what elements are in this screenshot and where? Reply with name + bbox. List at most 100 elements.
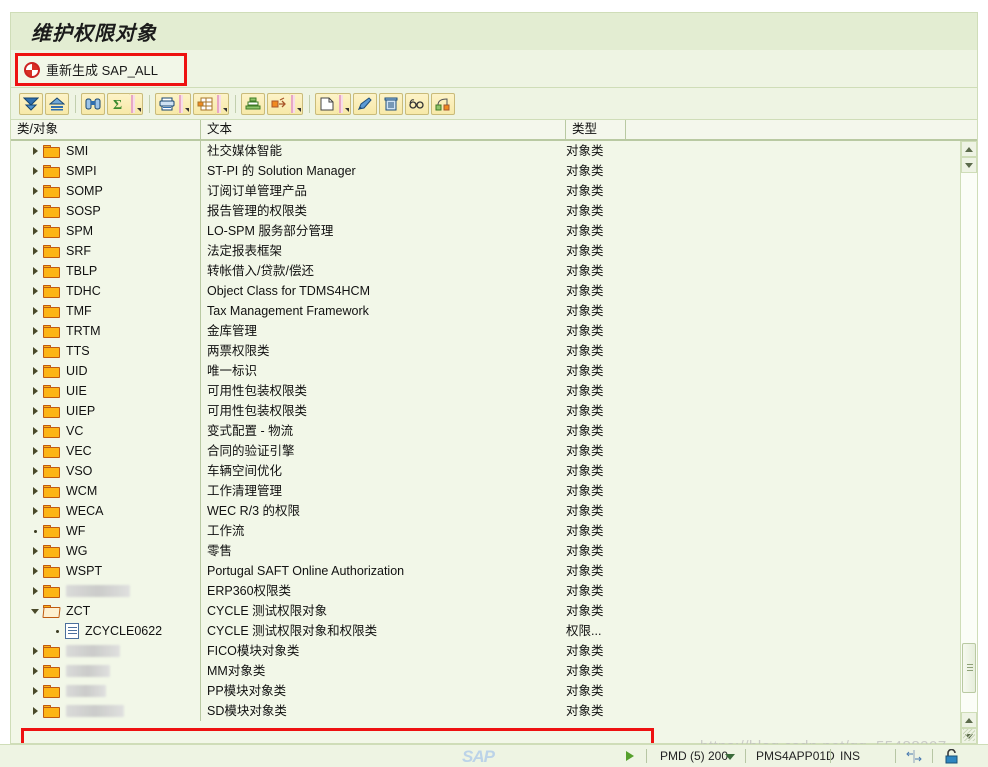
layout-button[interactable]	[193, 92, 217, 115]
class-object-name: SMPI	[66, 164, 97, 178]
table-row[interactable]: WCM 工作清理管理 对象类	[11, 481, 937, 501]
grid-header-row: 类/对象 文本 类型	[11, 120, 977, 141]
export-dropdown[interactable]	[290, 92, 303, 115]
table-row[interactable]: PP模块对象类 对象类	[11, 681, 937, 701]
table-row[interactable]: UIEP 可用性包装权限类 对象类	[11, 401, 937, 421]
find-button[interactable]	[81, 92, 105, 115]
column-header-type[interactable]: 类型	[566, 120, 626, 141]
table-row[interactable]: WF 工作流 对象类	[11, 521, 937, 541]
table-row[interactable]: WG 零售 对象类	[11, 541, 937, 561]
scroll-thumb[interactable]	[962, 643, 976, 693]
print-button[interactable]	[155, 92, 179, 115]
table-row[interactable]: WECA WEC R/3 的权限 对象类	[11, 501, 937, 521]
table-row[interactable]: SPM LO-SPM 服务部分管理 对象类	[11, 221, 937, 241]
table-row[interactable]: TRTM 金库管理 对象类	[11, 321, 937, 341]
expand-triangle-icon[interactable]	[29, 427, 41, 435]
table-row[interactable]: TDHC Object Class for TDMS4HCM 对象类	[11, 281, 937, 301]
table-row[interactable]: UID 唯一标识 对象类	[11, 361, 937, 381]
expand-triangle-icon[interactable]	[29, 507, 41, 515]
cell-text: 金库管理	[207, 324, 258, 338]
expand-triangle-icon[interactable]	[29, 567, 41, 575]
column-header-empty[interactable]	[626, 120, 976, 141]
table-row[interactable]: VEC 合同的验证引擎 对象类	[11, 441, 937, 461]
transport-button[interactable]	[431, 92, 455, 115]
expand-triangle-icon[interactable]	[29, 247, 41, 255]
leaf-dot-icon[interactable]	[29, 529, 41, 533]
layout-dropdown[interactable]	[216, 92, 229, 115]
regenerate-sap-all-button[interactable]: 重新生成 SAP_ALL	[15, 53, 187, 86]
subtotal-button[interactable]	[241, 92, 265, 115]
scroll-up-button[interactable]	[961, 141, 977, 157]
redacted-class-name	[66, 685, 106, 697]
resize-grip[interactable]	[963, 729, 975, 741]
export-button[interactable]	[267, 92, 291, 115]
column-header-text[interactable]: 文本	[201, 120, 566, 141]
expand-triangle-icon[interactable]	[29, 147, 41, 155]
table-row[interactable]: SD模块对象类 对象类	[11, 701, 937, 721]
expand-triangle-icon[interactable]	[29, 387, 41, 395]
table-row[interactable]: SRF 法定报表框架 对象类	[11, 241, 937, 261]
expand-triangle-icon[interactable]	[29, 207, 41, 215]
table-row[interactable]: ZCYCLE0622 CYCLE 测试权限对象和权限类 权限...	[11, 621, 937, 641]
cell-class-object	[11, 581, 201, 601]
leaf-dot-icon[interactable]	[51, 629, 63, 633]
table-row[interactable]: TBLP 转帐借入/贷款/偿还 对象类	[11, 261, 937, 281]
expand-triangle-icon[interactable]	[29, 267, 41, 275]
expand-triangle-icon[interactable]	[29, 327, 41, 335]
expand-triangle-icon[interactable]	[29, 547, 41, 555]
sort-ascending-button[interactable]	[45, 92, 69, 115]
edit-button[interactable]	[353, 92, 377, 115]
total-dropdown[interactable]	[130, 92, 143, 115]
class-object-name: TDHC	[66, 284, 101, 298]
expand-triangle-icon[interactable]	[29, 667, 41, 675]
expand-triangle-icon[interactable]	[29, 647, 41, 655]
table-row[interactable]: VC 变式配置 - 物流 对象类	[11, 421, 937, 441]
table-row[interactable]: SMPI ST-PI 的 Solution Manager 对象类	[11, 161, 937, 181]
table-row[interactable]: SOMP 订阅订单管理产品 对象类	[11, 181, 937, 201]
expand-triangle-icon[interactable]	[29, 687, 41, 695]
expand-triangle-icon[interactable]	[29, 707, 41, 715]
new-dropdown[interactable]	[338, 92, 351, 115]
expand-triangle-icon[interactable]	[29, 447, 41, 455]
table-row[interactable]: TTS 两票权限类 对象类	[11, 341, 937, 361]
print-dropdown[interactable]	[178, 92, 191, 115]
status-system-caret-icon[interactable]	[725, 754, 735, 760]
expand-triangle-icon[interactable]	[29, 467, 41, 475]
cell-type: 对象类	[566, 284, 604, 298]
expand-triangle-icon[interactable]	[29, 407, 41, 415]
expand-triangle-icon[interactable]	[29, 587, 41, 595]
table-row[interactable]: VSO 车辆空间优化 对象类	[11, 461, 937, 481]
column-header-class-object[interactable]: 类/对象	[11, 120, 201, 141]
collapse-triangle-icon[interactable]	[29, 608, 41, 614]
expand-triangle-icon[interactable]	[29, 287, 41, 295]
table-row[interactable]: WSPT Portugal SAFT Online Authorization 对象…	[11, 561, 937, 581]
table-row[interactable]: SOSP 报告管理的权限类 对象类	[11, 201, 937, 221]
table-row[interactable]: ERP360权限类 对象类	[11, 581, 937, 601]
expand-triangle-icon[interactable]	[29, 167, 41, 175]
total-button[interactable]: Σ	[107, 92, 131, 115]
display-button[interactable]	[405, 92, 429, 115]
table-row[interactable]: MM对象类 对象类	[11, 661, 937, 681]
delete-button[interactable]	[379, 92, 403, 115]
status-separator	[932, 749, 933, 763]
expand-triangle-icon[interactable]	[29, 307, 41, 315]
scroll-up-button-bottom[interactable]	[961, 712, 977, 728]
vertical-scrollbar[interactable]	[960, 141, 977, 743]
table-row[interactable]: TMF Tax Management Framework 对象类	[11, 301, 937, 321]
table-row[interactable]: ZCT CYCLE 测试权限对象 对象类	[11, 601, 937, 621]
expand-triangle-icon[interactable]	[29, 367, 41, 375]
scroll-down-button[interactable]	[961, 157, 977, 173]
expand-triangle-icon[interactable]	[29, 487, 41, 495]
table-row[interactable]: FICO模块对象类 对象类	[11, 641, 937, 661]
expand-triangle-icon[interactable]	[29, 227, 41, 235]
table-row[interactable]: SMI 社交媒体智能 对象类	[11, 141, 937, 161]
class-object-name: UID	[66, 364, 88, 378]
resize-icon[interactable]	[905, 750, 923, 763]
new-button[interactable]	[315, 92, 339, 115]
expand-triangle-icon[interactable]	[29, 187, 41, 195]
unlock-icon[interactable]	[944, 749, 959, 764]
expand-triangle-icon[interactable]	[29, 347, 41, 355]
scroll-track[interactable]	[961, 173, 977, 712]
table-row[interactable]: UIE 可用性包装权限类 对象类	[11, 381, 937, 401]
filter-button[interactable]	[19, 92, 43, 115]
